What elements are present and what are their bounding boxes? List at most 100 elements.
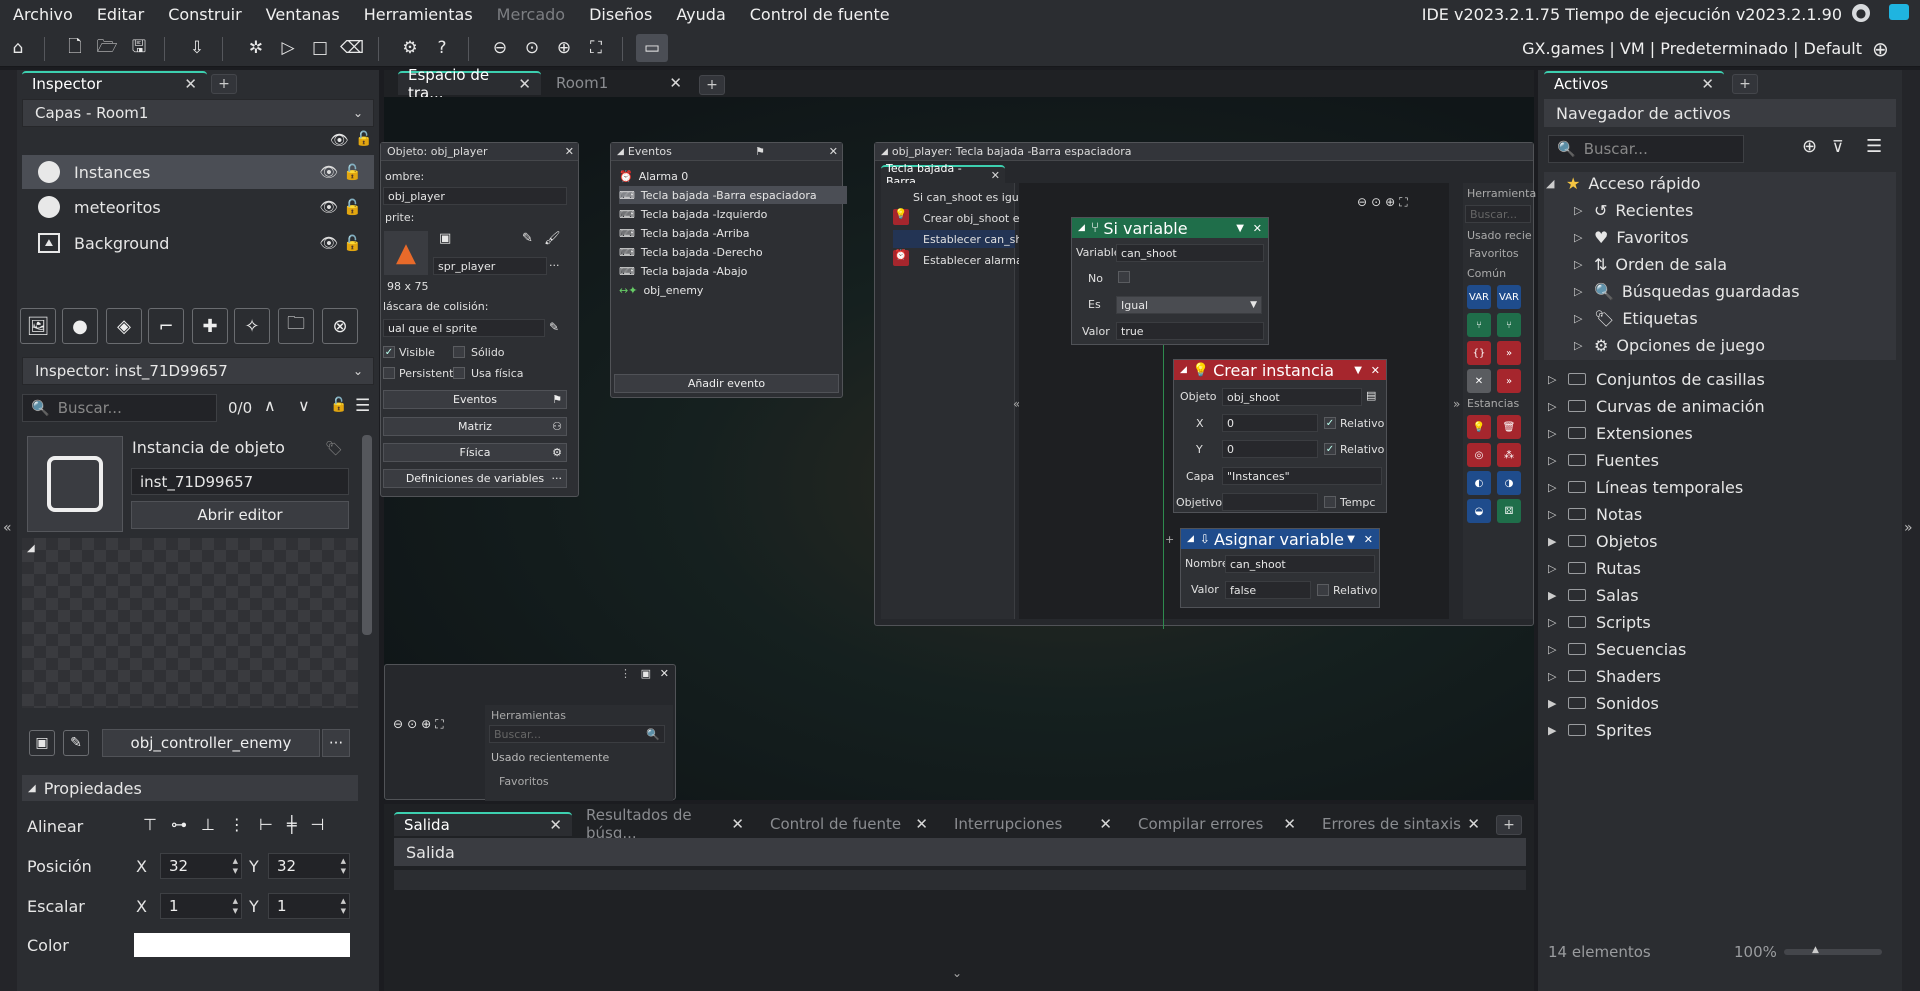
tab-source-control[interactable]: Control de fuente ✕ bbox=[760, 812, 938, 836]
close-icon[interactable]: ✕ bbox=[549, 816, 562, 834]
tab-syntax-errors[interactable]: Errores de sintaxis ✕ bbox=[1312, 812, 1490, 836]
settings-icon[interactable]: ⚙ bbox=[396, 34, 424, 62]
clean-icon[interactable]: ⌫ bbox=[338, 34, 366, 62]
add-instance-layer-button[interactable]: ● bbox=[62, 308, 98, 344]
maximize-icon[interactable]: ▣ bbox=[641, 667, 651, 680]
add-event-button[interactable]: Añadir evento bbox=[614, 374, 839, 393]
tab-room1[interactable]: Room1 ✕ bbox=[546, 71, 692, 95]
save-icon[interactable]: 🖫 bbox=[125, 34, 153, 62]
close-icon[interactable]: ✕ bbox=[1099, 815, 1112, 833]
close-icon[interactable]: ✕ bbox=[660, 667, 669, 680]
action-item[interactable]: Establecer alarma bbox=[923, 254, 1023, 267]
tab-workspace[interactable]: Espacio de tra... ✕ bbox=[398, 66, 541, 102]
if-var-alt-icon[interactable]: ⑂ bbox=[1497, 313, 1521, 337]
menu-control-fuente[interactable]: Control de fuente bbox=[738, 5, 902, 24]
close-icon[interactable]: ✕ bbox=[731, 815, 744, 833]
asset-group[interactable]: ▷ Conjuntos de casillas bbox=[1548, 368, 1765, 390]
tab-output[interactable]: Salida ✕ bbox=[394, 812, 572, 836]
layer-field[interactable]: "Instances" bbox=[1222, 467, 1382, 485]
fit-icon[interactable]: ⛶ bbox=[582, 34, 610, 62]
menu-archivo[interactable]: Archivo bbox=[1, 5, 85, 24]
zoom-out-icon[interactable]: ⊖ bbox=[1357, 195, 1367, 210]
event-item[interactable]: ⌨ Tecla bajada -Derecho bbox=[619, 243, 793, 261]
if-variable-header[interactable]: ◢ ⑂ Si variable ▼ ✕ bbox=[1072, 218, 1268, 238]
windowed-icon[interactable]: ▭ bbox=[636, 34, 668, 62]
event-item[interactable]: ⌨ Tecla bajada -Arriba bbox=[619, 224, 793, 242]
align-right-icon[interactable]: ⊣ bbox=[310, 815, 324, 834]
event-item[interactable]: ⌨ Tecla bajada -Izquierdo bbox=[619, 205, 793, 223]
comparison-select[interactable]: Igual ▼ bbox=[1116, 296, 1262, 314]
create-instance-header[interactable]: ◢ 💡 Crear instancia ▼ ✕ bbox=[1174, 360, 1386, 380]
slider-handle[interactable]: ▲ bbox=[1812, 945, 1819, 955]
inspector-instance-dropdown[interactable]: Inspector: inst_71D99657 ⌄ bbox=[22, 357, 374, 385]
align-left-icon[interactable]: ⊢ bbox=[259, 815, 273, 834]
open-editor-button[interactable]: Abrir editor bbox=[131, 501, 349, 529]
add-tab-button[interactable]: + bbox=[211, 74, 237, 94]
add-background-layer-button[interactable]: 🖼 bbox=[20, 308, 56, 344]
collapse-right-icon[interactable]: » bbox=[1453, 397, 1460, 411]
close-icon[interactable]: ✕ bbox=[1253, 222, 1262, 235]
output-content[interactable] bbox=[394, 870, 1526, 890]
quick-item[interactable]: ▷ 🏷 Etiquetas bbox=[1574, 307, 1698, 329]
events-window-titlebar[interactable]: ◢ Eventos ⚑ ✕ bbox=[611, 143, 842, 161]
more-icon[interactable]: ⋮ bbox=[620, 667, 631, 680]
destroy-instance-icon[interactable]: 🗑 bbox=[1497, 415, 1521, 439]
assign-var-icon[interactable]: VAR bbox=[1467, 285, 1491, 309]
next-result-icon[interactable]: ∨ bbox=[298, 396, 310, 415]
quick-item[interactable]: ▷ ↺ Recientes bbox=[1574, 199, 1693, 221]
zoom-out-icon[interactable]: ⊖ bbox=[486, 34, 514, 62]
close-icon[interactable]: ✕ bbox=[1364, 533, 1373, 546]
layer-item[interactable]: meteoritos 👁 🔓 bbox=[22, 190, 374, 224]
lower-favs[interactable]: Favoritos bbox=[499, 775, 549, 788]
parent-button[interactable]: Matriz ⚇ bbox=[383, 417, 567, 436]
toolbox-instances[interactable]: Estancias bbox=[1467, 397, 1519, 410]
edit-sprite-icon[interactable]: ✎ bbox=[522, 231, 533, 246]
scale-y-input[interactable]: 1 bbox=[268, 893, 350, 919]
instance-c-icon[interactable]: ◐ bbox=[1467, 471, 1491, 495]
instance-name-field[interactable]: inst_71D99657 bbox=[131, 468, 349, 495]
stop-icon[interactable]: □ bbox=[306, 34, 334, 62]
close-icon[interactable]: ✕ bbox=[518, 75, 531, 93]
zoom-reset-icon[interactable]: ⊙ bbox=[407, 717, 417, 732]
target-field[interactable] bbox=[1222, 493, 1318, 511]
asset-group[interactable]: ▷ Rutas bbox=[1548, 557, 1641, 579]
asset-group[interactable]: ▷ Notas bbox=[1548, 503, 1642, 525]
zoom-in-icon[interactable]: ⊕ bbox=[421, 717, 431, 732]
close-icon[interactable]: ✕ bbox=[669, 74, 682, 92]
prev-result-icon[interactable]: ∧ bbox=[264, 396, 276, 415]
color-swatch[interactable] bbox=[134, 933, 350, 957]
asset-group[interactable]: ▷ Fuentes bbox=[1548, 449, 1659, 471]
layers-dropdown[interactable]: Capas - Room1 ⌄ bbox=[22, 99, 374, 127]
lower-toolbox-search[interactable]: Buscar... 🔍 bbox=[489, 725, 665, 743]
asset-group[interactable]: ▶ Sonidos bbox=[1548, 692, 1659, 714]
flag-icon[interactable]: ⚑ bbox=[755, 145, 765, 158]
eye-icon[interactable]: 👁 bbox=[330, 131, 349, 149]
zoom-in-icon[interactable]: ⊕ bbox=[550, 34, 578, 62]
collapse-icon[interactable]: ◢ bbox=[881, 147, 888, 157]
chevron-down-icon[interactable]: ▼ bbox=[1354, 365, 1362, 376]
asset-group[interactable]: ▷ Extensiones bbox=[1548, 422, 1693, 444]
edit-mask-icon[interactable]: ✎ bbox=[549, 320, 559, 334]
align-center-icon[interactable]: ╪ bbox=[287, 815, 297, 834]
chat-icon[interactable] bbox=[1889, 4, 1909, 20]
close-icon[interactable]: ✕ bbox=[1371, 364, 1380, 377]
expand-down-icon[interactable]: ⌄ bbox=[952, 966, 962, 980]
create-instance-icon[interactable]: 💡 bbox=[1467, 415, 1491, 439]
align-bottom-icon[interactable]: ⊥ bbox=[201, 815, 215, 834]
sprite-more-icon[interactable]: ··· bbox=[549, 259, 560, 272]
asset-group[interactable]: ▷ Shaders bbox=[1548, 665, 1661, 687]
object-selector[interactable]: obj_controller_enemy bbox=[102, 729, 320, 757]
menu-construir[interactable]: Construir bbox=[156, 5, 253, 24]
lock-icon[interactable]: 🔓 bbox=[355, 131, 372, 147]
inspector-search-input[interactable]: 🔍 Buscar... bbox=[22, 394, 217, 422]
variable-field[interactable]: can_shoot bbox=[1116, 244, 1264, 262]
instance-e-icon[interactable]: ◒ bbox=[1467, 499, 1491, 523]
visible-checkbox[interactable]: ✓ bbox=[383, 346, 395, 358]
open-icon[interactable]: 🗁 bbox=[93, 34, 121, 62]
add-effect-layer-button[interactable]: ✧ bbox=[234, 308, 270, 344]
close-icon[interactable]: ✕ bbox=[1283, 815, 1296, 833]
assign-name-field[interactable]: can_shoot bbox=[1225, 555, 1375, 573]
asset-search-input[interactable]: 🔍 Buscar... bbox=[1548, 135, 1744, 163]
menu-ayuda[interactable]: Ayuda bbox=[664, 5, 737, 24]
instance-d-icon[interactable]: ◑ bbox=[1497, 471, 1521, 495]
